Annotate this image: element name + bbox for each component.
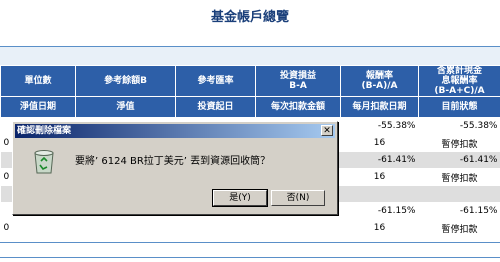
table-cell: 暫停扣款 [418,134,500,152]
table-cell: -61.15% [418,202,500,220]
table-cell: -55.38% [418,117,500,135]
col-units: 單位數 [0,65,76,97]
recycle-bin-icon [34,150,54,174]
dialog-title: 確認刪除檔案 [17,126,72,136]
col-debit-day: 每月扣款日期 [340,96,419,118]
col-profit-loss: 投資損益 B-A [255,65,341,97]
col-ref-rate: 參考匯率 [175,65,256,97]
page-title: 基金帳戶總覽 [210,10,289,25]
table-cell [340,185,419,203]
col-total-return: 含累計現金 息報酬率 (B-A+C)/A [418,65,500,97]
table-cell: -61.41% [418,151,500,169]
yes-button[interactable]: 是(Y) [212,189,268,207]
col-nav-date: 淨值日期 [0,96,76,118]
table-header-row: 單位數 參考餘額B 參考匯率 投資損益 B-A 報酬率 (B-A)/A 含累計現… [0,65,500,97]
col-status: 目前狀態 [418,96,500,118]
table-cell: 16 [340,134,419,152]
col-ref-balance: 參考餘額B [75,65,176,97]
table-cell [418,185,500,203]
divider [0,242,500,243]
table-cell: 16 [340,219,419,237]
table-cell: 0 [0,219,76,237]
col-start-date: 投資起日 [175,96,256,118]
col-return-rate: 報酬率 (B-A)/A [340,65,419,97]
table-row: 0 16 暫停扣款 [0,219,500,237]
col-nav: 淨值 [75,96,176,118]
col-debit-amount: 每次扣款金額 [255,96,341,118]
confirm-delete-dialog: 確認刪除檔案 ✕ 要將’ 6124 BR拉丁美元’ 丟到資源回收筒？ 是(Y) … [12,121,338,215]
close-button[interactable]: ✕ [321,125,333,136]
dialog-message: 要將’ 6124 BR拉丁美元’ 丟到資源回收筒？ [75,156,271,167]
table-cell: 暫停扣款 [418,168,500,186]
table-cell: 暫停扣款 [418,219,500,237]
table-cell [255,219,341,237]
table-cell: -61.41% [340,151,419,169]
no-button[interactable]: 否(N) [271,190,325,206]
table-subheader-row: 淨值日期 淨值 投資起日 每次扣款金額 每月扣款日期 目前狀態 [0,96,500,118]
table-cell [175,219,256,237]
divider [0,257,500,258]
section-band [0,47,500,65]
dialog-titlebar[interactable]: 確認刪除檔案 [15,124,335,138]
table-cell: -55.38% [340,117,419,135]
table-cell: 16 [340,168,419,186]
table-cell [75,219,176,237]
table-cell: -61.15% [340,202,419,220]
